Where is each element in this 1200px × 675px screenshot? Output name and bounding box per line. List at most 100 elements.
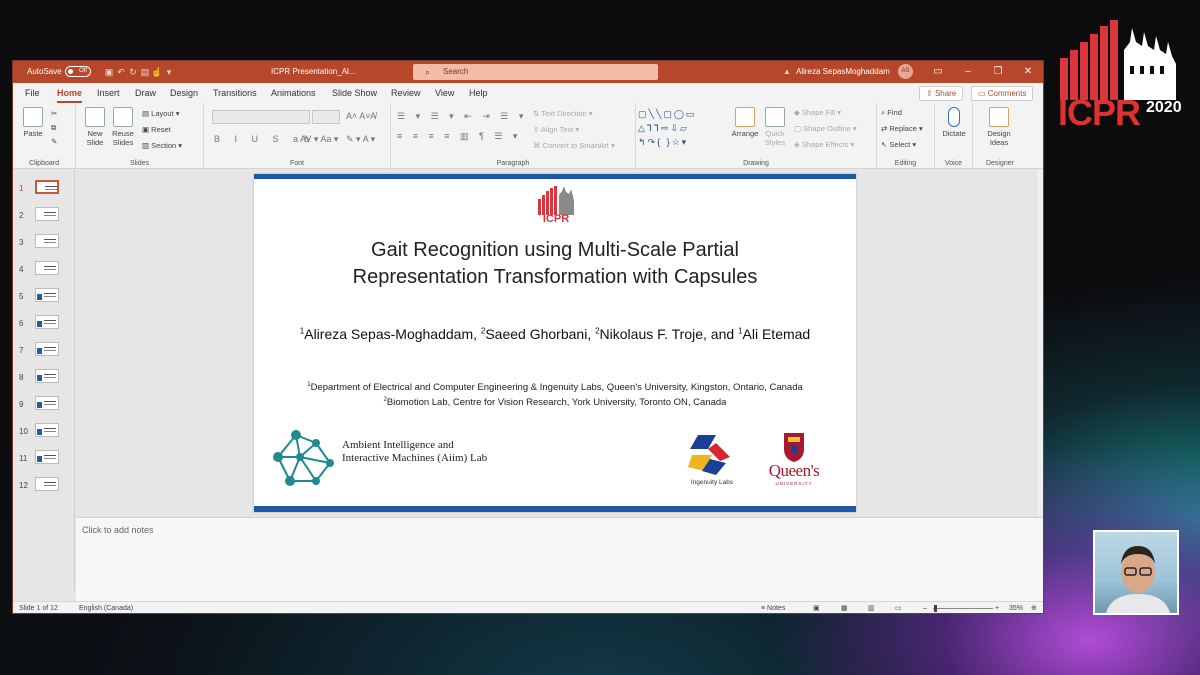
- shape-outline-button[interactable]: ▢ Shape Outline ▾: [794, 124, 857, 133]
- user-avatar[interactable]: AS: [898, 64, 913, 80]
- font-family-select[interactable]: [212, 110, 310, 124]
- alignment-buttons[interactable]: ≡ ≡ ≡ ≡ ▥ ¶ ☰ ▾: [397, 131, 521, 142]
- fit-to-window-icon[interactable]: ⊕: [1031, 602, 1037, 613]
- autosave-toggle[interactable]: Off: [65, 66, 91, 78]
- convert-smartart-button[interactable]: ⌘ Convert to SmartArt ▾: [533, 141, 615, 150]
- slideshow-view-icon[interactable]: ▭: [895, 602, 902, 613]
- tab-animations[interactable]: Animations: [271, 83, 316, 103]
- user-name[interactable]: Alireza SepasMoghaddam: [796, 61, 890, 83]
- minimize-icon[interactable]: –: [953, 61, 983, 83]
- notes-pane[interactable]: Click to add notes: [76, 517, 1043, 601]
- author-name: Alireza Sepas-Moghaddam,: [304, 326, 477, 342]
- share-button[interactable]: ⇪ Share: [919, 86, 964, 101]
- tab-view[interactable]: View: [435, 83, 454, 103]
- notes-toggle[interactable]: ≡ Notes: [761, 602, 786, 613]
- normal-view-icon[interactable]: ▣: [813, 602, 820, 613]
- document-title[interactable]: ICPR Presentation_Al...: [271, 61, 355, 83]
- current-slide[interactable]: ICPR Gait Recognition using Multi-Scale …: [254, 174, 856, 512]
- author-name: Saeed Ghorbani,: [485, 326, 592, 342]
- font-size-select[interactable]: [312, 110, 340, 124]
- font-group-label: Font: [289, 160, 304, 167]
- comments-button[interactable]: ▭ Comments: [971, 86, 1034, 101]
- notes-toggle-label: Notes: [767, 605, 786, 612]
- tab-design[interactable]: Design: [170, 83, 198, 103]
- thumbnail-number: 1: [19, 184, 24, 193]
- icpr-logo-text: ICPR: [1058, 92, 1141, 133]
- zoom-level[interactable]: 35%: [1009, 602, 1023, 613]
- find-button[interactable]: ⌕ Find: [881, 108, 902, 118]
- slide-authors[interactable]: 1Alireza Sepas-Moghaddam, 2Saeed Ghorban…: [254, 326, 856, 342]
- tab-review[interactable]: Review: [391, 83, 421, 103]
- present-icon[interactable]: ▤: [139, 61, 151, 83]
- new-slide-button[interactable]: New Slide: [82, 107, 108, 147]
- thumbnail-image: [35, 261, 59, 275]
- format-painter-icon[interactable]: ✎: [51, 137, 57, 146]
- tab-file[interactable]: File: [25, 83, 40, 103]
- highlight-icon[interactable]: ✎ ▾ A ▾: [346, 134, 375, 145]
- affiliation-1[interactable]: 1Department of Electrical and Computer E…: [254, 382, 856, 393]
- design-ideas-button[interactable]: Design Ideas: [979, 107, 1019, 147]
- autosave-label: AutoSave: [27, 67, 62, 76]
- queens-crest: [784, 433, 804, 462]
- copy-icon[interactable]: ⧉: [51, 123, 56, 133]
- thumbnail-image: [35, 477, 59, 491]
- ribbon-tabs: File Home Insert Draw Design Transitions…: [13, 83, 1043, 103]
- zoom-out-icon[interactable]: –: [923, 602, 927, 613]
- save-icon[interactable]: ▣: [103, 61, 115, 83]
- char-spacing-icon[interactable]: AV ▾ Aa ▾: [300, 134, 338, 145]
- thumbnail-image: [35, 450, 59, 464]
- clipboard-group-label: Clipboard: [29, 160, 59, 167]
- tab-slide-show[interactable]: Slide Show: [332, 83, 377, 103]
- slide-title[interactable]: Gait Recognition using Multi-Scale Parti…: [274, 237, 836, 291]
- comments-label: Comments: [987, 89, 1027, 98]
- tab-home[interactable]: Home: [57, 83, 83, 103]
- align-text-button[interactable]: ⇳ Align Text ▾: [533, 125, 579, 134]
- shape-fill-button[interactable]: ◆ Shape Fill ▾: [794, 108, 841, 117]
- zoom-slider-thumb[interactable]: [934, 605, 937, 612]
- reuse-slides-icon: [113, 107, 133, 127]
- zoom-slider[interactable]: [933, 608, 993, 609]
- shape-effects-button[interactable]: ◈ Shape Effects ▾: [794, 140, 854, 149]
- tab-transitions[interactable]: Transitions: [213, 83, 257, 103]
- tab-insert[interactable]: Insert: [97, 83, 120, 103]
- section-button[interactable]: ▥ Section ▾: [142, 141, 182, 150]
- shape-fill-label: Shape Fill: [801, 108, 836, 117]
- thumbnail-image: [35, 315, 59, 329]
- text-direction-button[interactable]: ⇅ Text Direction ▾: [533, 109, 593, 118]
- search-box[interactable]: ⌕ Search: [413, 64, 658, 80]
- clipboard-group: Paste ✂ ⧉ ✎ Clipboard: [13, 103, 76, 169]
- new-slide-label: New Slide: [86, 129, 104, 147]
- customize-qat-icon[interactable]: ▾: [163, 61, 175, 83]
- aiim-network-icon: [273, 430, 334, 486]
- undo-icon[interactable]: ↶: [115, 61, 127, 83]
- paste-button[interactable]: Paste: [19, 107, 47, 138]
- font-size-controls-icon[interactable]: A˄ A˅: [346, 111, 371, 121]
- layout-button[interactable]: ▤ Layout ▾: [142, 109, 180, 118]
- tab-draw[interactable]: Draw: [135, 83, 156, 103]
- select-button[interactable]: ↖ Select ▾: [881, 140, 916, 149]
- cut-icon[interactable]: ✂: [51, 109, 57, 118]
- affiliation-2[interactable]: 2Biomotion Lab, Centre for Vision Resear…: [254, 397, 856, 408]
- reuse-slides-button[interactable]: Reuse Slides: [110, 107, 136, 147]
- language-indicator[interactable]: English (Canada): [79, 602, 133, 613]
- reading-view-icon[interactable]: ▥: [868, 602, 875, 613]
- close-icon[interactable]: ✕: [1013, 61, 1043, 83]
- reset-button[interactable]: ▣ Reset: [142, 125, 171, 134]
- replace-button[interactable]: ⇄ Replace ▾: [881, 124, 923, 133]
- touch-mode-icon[interactable]: ☝: [151, 61, 163, 83]
- ribbon-display-options-icon[interactable]: ▭: [923, 61, 953, 83]
- slide-sorter-icon[interactable]: ▦: [841, 602, 848, 613]
- restore-icon[interactable]: ❐: [983, 61, 1013, 83]
- status-bar: Slide 1 of 12 English (Canada) ≡ Notes ▣…: [13, 601, 1043, 613]
- zoom-in-icon[interactable]: +: [995, 602, 999, 613]
- clear-formatting-icon[interactable]: A̸: [370, 111, 376, 121]
- arrange-button[interactable]: Arrange: [730, 107, 760, 138]
- tab-help[interactable]: Help: [469, 83, 488, 103]
- shapes-gallery[interactable]: ▢╲╲▢◯▭ △⅂⅂⇨⇩▱ ↰↷{ }☆▾: [638, 107, 728, 149]
- list-buttons[interactable]: ☰ ▾ ☰ ▾ ⇤ ⇥ ☰ ▾: [397, 111, 527, 122]
- redo-icon[interactable]: ↻: [127, 61, 139, 83]
- quick-styles-button[interactable]: Quick Styles: [762, 107, 788, 147]
- aiim-lab-logo: Ambient Intelligence and Interactive Mac…: [268, 429, 528, 489]
- vertical-scrollbar[interactable]: [1038, 170, 1043, 516]
- dictate-button[interactable]: Dictate: [939, 107, 969, 138]
